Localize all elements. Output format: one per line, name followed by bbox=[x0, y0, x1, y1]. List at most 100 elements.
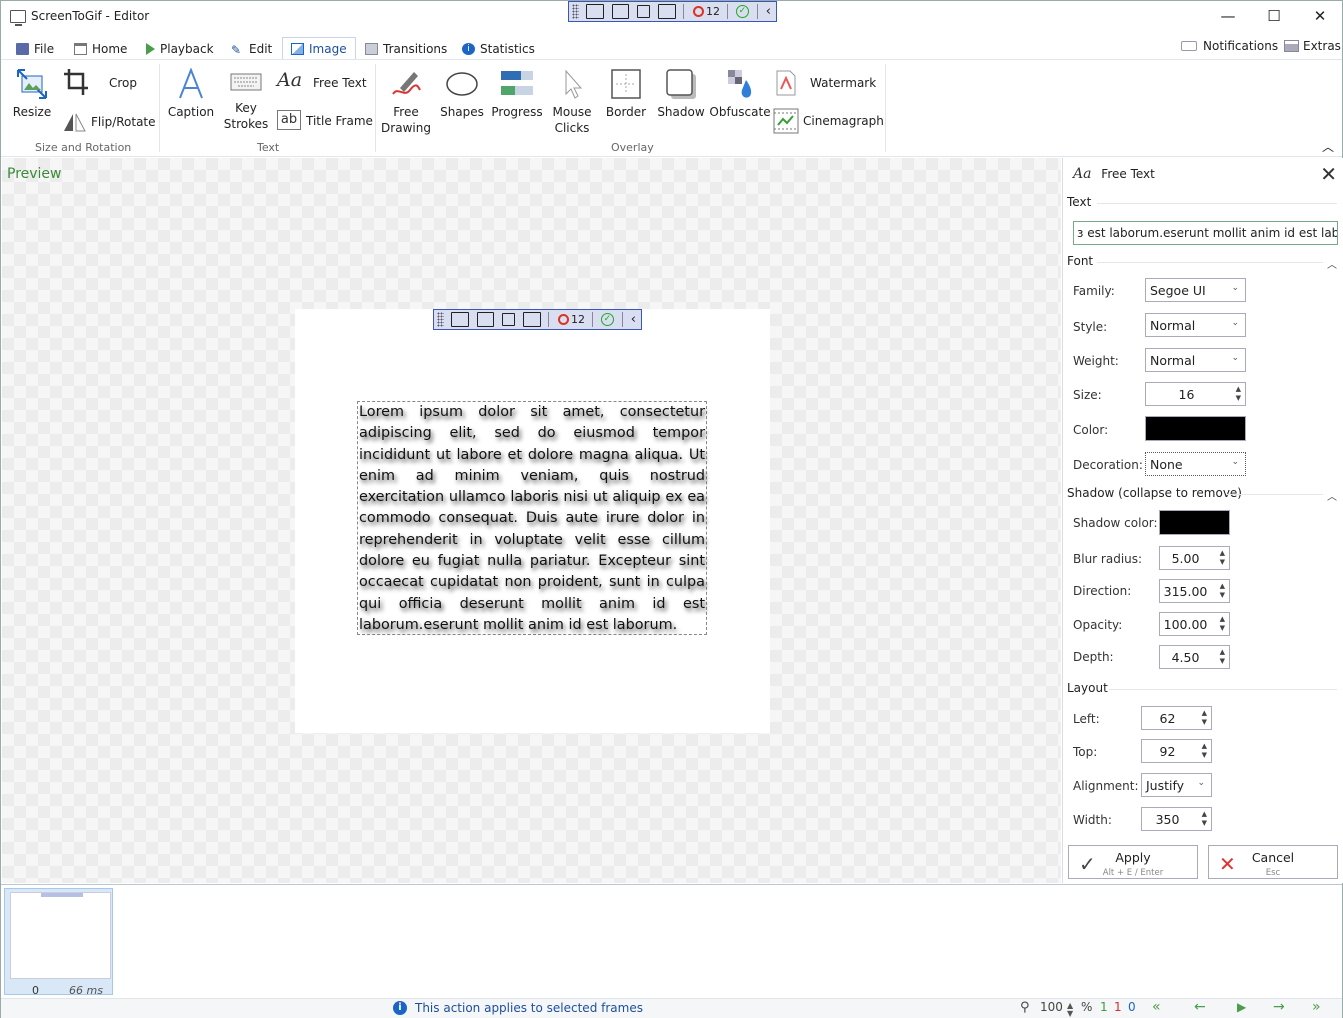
free-text-overlay[interactable]: Lorem ipsum dolor sit amet, consectetur … bbox=[357, 401, 707, 635]
play-frames-icon[interactable]: ▶ bbox=[1237, 1000, 1246, 1014]
free-drawing-button[interactable]: Free Drawing bbox=[381, 68, 431, 136]
flip-rotate-button[interactable]: Flip/Rotate bbox=[63, 112, 156, 132]
tab-playback[interactable]: Playback bbox=[146, 38, 214, 59]
group-label-text: Text bbox=[257, 141, 280, 154]
spinner-arrows-icon[interactable]: ▲ ▼ bbox=[1236, 385, 1241, 403]
decoration-select[interactable]: None ⌄ bbox=[1145, 452, 1246, 476]
alignment-select[interactable]: Justify ⌄ bbox=[1141, 773, 1212, 797]
resize-button[interactable]: Resize bbox=[11, 68, 53, 120]
direction-stepper[interactable]: 315.00 ▲ ▼ bbox=[1159, 579, 1230, 603]
fps-count: 12 bbox=[705, 5, 720, 18]
flip-rotate-icon bbox=[64, 113, 86, 132]
cancel-button[interactable]: ✕ Cancel Esc bbox=[1208, 845, 1338, 879]
crop-button[interactable]: Crop bbox=[63, 68, 143, 96]
font-family-select[interactable]: Segoe UI ⌄ bbox=[1145, 278, 1246, 302]
title-frame-icon: ab bbox=[277, 110, 301, 130]
previous-frame-icon[interactable]: ← bbox=[1194, 999, 1206, 1015]
shadow-icon bbox=[666, 69, 696, 99]
next-frame-icon[interactable]: → bbox=[1273, 999, 1285, 1015]
blur-radius-stepper[interactable]: 5.00 ▲ ▼ bbox=[1159, 546, 1230, 570]
cursor-screen-icon[interactable] bbox=[611, 4, 630, 19]
free-text-aa-icon: Aa bbox=[1073, 166, 1092, 182]
spinner-arrows-icon[interactable]: ▲ ▼ bbox=[1220, 648, 1225, 666]
chevron-left-icon[interactable]: ‹ bbox=[766, 4, 771, 19]
frame-canvas: 12 ✓ ‹ Lorem ipsum dolor sit amet, conse… bbox=[295, 309, 770, 733]
region-icon[interactable] bbox=[637, 5, 651, 18]
font-weight-select[interactable]: Normal ⌄ bbox=[1145, 348, 1246, 372]
opacity-stepper[interactable]: 100.00 ▲ ▼ bbox=[1159, 612, 1230, 636]
font-size-stepper[interactable]: 16 ▲ ▼ bbox=[1145, 382, 1246, 406]
monitor-icon[interactable] bbox=[658, 4, 677, 19]
shapes-button[interactable]: Shapes bbox=[439, 68, 485, 120]
caption-button[interactable]: Caption bbox=[167, 68, 215, 120]
ribbon-collapse-chevron-icon[interactable]: ︿ bbox=[1322, 138, 1334, 155]
image-icon bbox=[291, 42, 304, 55]
watermark-button[interactable]: Watermark bbox=[775, 70, 885, 96]
first-frame-icon[interactable]: « bbox=[1152, 999, 1161, 1015]
cinemagraph-button[interactable]: Cinemagraph bbox=[773, 108, 885, 134]
grip-handle[interactable] bbox=[572, 4, 579, 19]
zoom-value[interactable]: 100 bbox=[1040, 1000, 1063, 1014]
key-strokes-button[interactable]: Key Strokes bbox=[223, 70, 269, 132]
font-collapse-icon[interactable]: ︿ bbox=[1327, 256, 1337, 271]
record-icon[interactable] bbox=[693, 6, 704, 17]
shadow-button[interactable]: Shadow bbox=[657, 68, 705, 120]
free-text-button[interactable]: Aa Free Text bbox=[277, 69, 369, 91]
font-style-select[interactable]: Normal ⌄ bbox=[1145, 313, 1246, 337]
notification-icon bbox=[1181, 40, 1197, 51]
shadow-collapse-icon[interactable]: ︿ bbox=[1327, 488, 1337, 503]
depth-stepper[interactable]: 4.50 ▲ ▼ bbox=[1159, 645, 1230, 669]
text-input[interactable]: ɜ est laborum.eserunt mollit anim id est… bbox=[1073, 221, 1338, 245]
notifications-button[interactable]: Notifications bbox=[1181, 35, 1278, 56]
free-text-aa-icon: Aa bbox=[277, 69, 303, 91]
status-bar: i This action applies to selected frames… bbox=[1, 998, 1342, 1018]
editor-window: ScreenToGif - Editor 12 ✓ ‹ — ☐ ✕ File H… bbox=[0, 0, 1343, 1018]
spinner-arrows-icon[interactable]: ▲ ▼ bbox=[1220, 582, 1225, 600]
tab-home[interactable]: Home bbox=[74, 38, 127, 59]
maximize-button[interactable]: ☐ bbox=[1251, 1, 1297, 31]
last-frame-icon[interactable]: » bbox=[1312, 999, 1321, 1015]
spinner-arrows-icon[interactable]: ▲ ▼ bbox=[1220, 615, 1225, 633]
tab-image[interactable]: Image bbox=[282, 37, 356, 59]
status-message: i This action applies to selected frames bbox=[393, 1001, 643, 1015]
extras-icon bbox=[1284, 39, 1299, 52]
panel-close-icon[interactable]: ✕ bbox=[1320, 162, 1337, 186]
spinner-arrows-icon[interactable]: ▲ ▼ bbox=[1202, 709, 1207, 727]
tab-statistics[interactable]: i Statistics bbox=[462, 38, 535, 59]
top-stepper[interactable]: 92 ▲ ▼ bbox=[1141, 739, 1212, 763]
spinner-arrows-icon[interactable]: ▲ ▼ bbox=[1202, 810, 1207, 828]
frame-thumbnail[interactable]: 0 66 ms bbox=[4, 888, 113, 997]
obfuscate-icon bbox=[728, 70, 752, 98]
zoom-spinner-icon[interactable]: ▲ ▼ bbox=[1067, 1002, 1073, 1018]
shadow-color-swatch[interactable] bbox=[1159, 510, 1230, 535]
font-section-header: Font bbox=[1067, 254, 1094, 268]
progress-button[interactable]: Progress bbox=[491, 68, 543, 120]
home-window-icon bbox=[74, 42, 87, 55]
frame-count-total: 1 bbox=[1100, 1000, 1108, 1014]
font-color-swatch[interactable] bbox=[1145, 416, 1246, 441]
tab-transitions[interactable]: Transitions bbox=[365, 38, 447, 59]
gear-screen-icon[interactable] bbox=[585, 4, 604, 19]
title-frame-button[interactable]: ab Title Frame bbox=[277, 110, 373, 130]
spinner-arrows-icon[interactable]: ▲ ▼ bbox=[1202, 742, 1207, 760]
width-stepper[interactable]: 350 ▲ ▼ bbox=[1141, 807, 1212, 831]
spinner-arrows-icon[interactable]: ▲ ▼ bbox=[1220, 549, 1225, 567]
tab-file[interactable]: File bbox=[16, 38, 54, 59]
frame-count-selected: 1 bbox=[1114, 1000, 1122, 1014]
close-button[interactable]: ✕ bbox=[1297, 1, 1343, 31]
mouse-clicks-button[interactable]: Mouse Clicks bbox=[549, 68, 595, 136]
apply-button[interactable]: ✓ Apply Alt + E / Enter bbox=[1068, 845, 1198, 879]
obfuscate-button[interactable]: Obfuscate bbox=[709, 68, 771, 120]
preview-area: Preview 12 ✓ ‹ Lorem ipsum dolor sit ame… bbox=[2, 158, 1061, 883]
tab-edit[interactable]: ✎ Edit bbox=[231, 38, 272, 59]
minimize-button[interactable]: — bbox=[1205, 1, 1251, 31]
zoom-unit: % bbox=[1081, 1000, 1093, 1014]
extras-button[interactable]: Extras bbox=[1284, 35, 1341, 56]
left-stepper[interactable]: 62 ▲ ▼ bbox=[1141, 706, 1212, 730]
border-button[interactable]: Border bbox=[603, 68, 649, 120]
free-drawing-icon bbox=[392, 72, 421, 95]
mouse-cursor-icon bbox=[565, 69, 583, 99]
check-icon[interactable]: ✓ bbox=[735, 5, 749, 18]
border-icon bbox=[611, 69, 641, 99]
fps-count: 12 bbox=[570, 313, 585, 326]
